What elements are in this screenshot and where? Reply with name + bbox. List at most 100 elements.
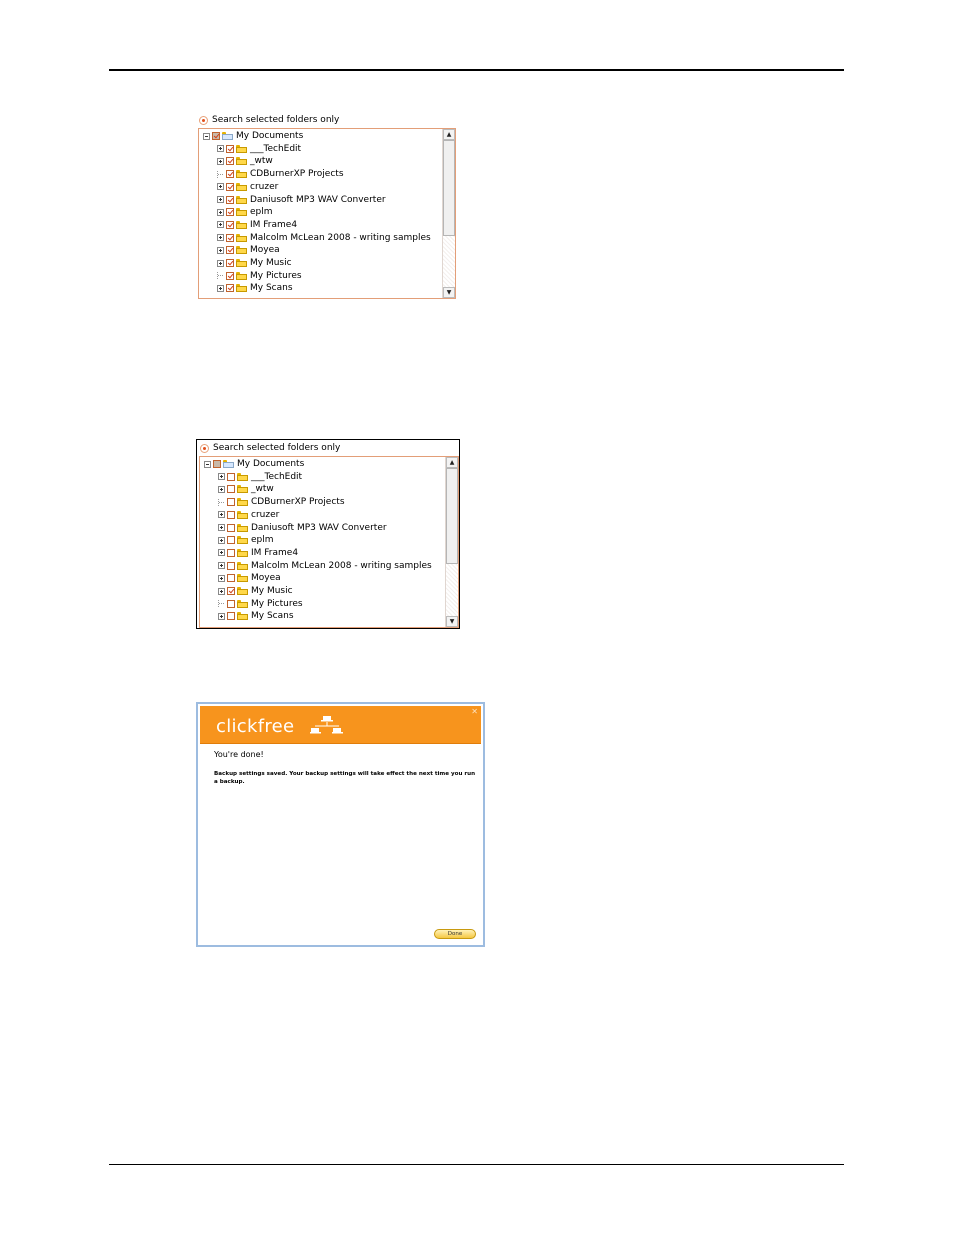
folder-icon (237, 536, 248, 545)
close-icon[interactable]: ✕ (471, 707, 478, 716)
search-selected-radio[interactable]: Search selected folders only (199, 114, 339, 126)
scrollbar[interactable]: ▲ ▼ (442, 129, 455, 298)
expand-plus-icon[interactable] (218, 473, 225, 481)
scroll-down-icon[interactable]: ▼ (446, 616, 458, 627)
tree-row[interactable]: IM Frame4 (217, 219, 297, 231)
folder-checkbox[interactable] (227, 574, 235, 583)
tree-row[interactable]: My Documents (204, 458, 304, 470)
tree-row[interactable]: My Music (217, 257, 292, 269)
folder-checkbox[interactable] (226, 170, 234, 179)
folder-icon (237, 485, 248, 494)
network-icon (310, 716, 343, 734)
tree-row[interactable]: Malcolm McLean 2008 - writing samples (217, 232, 431, 244)
expand-plus-icon[interactable] (218, 562, 225, 570)
tree-row[interactable]: _wtw (217, 155, 273, 167)
expand-plus-icon[interactable] (217, 246, 224, 254)
tree-row[interactable]: Moyea (217, 244, 280, 256)
tree-row[interactable]: ___TechEdit (218, 471, 302, 483)
tree-row-label: Malcolm McLean 2008 - writing samples (251, 560, 432, 571)
folder-checkbox[interactable] (226, 157, 234, 166)
folder-icon (237, 612, 248, 621)
tree-row[interactable]: My Pictures (218, 598, 303, 610)
tree-row[interactable]: My Documents (203, 130, 303, 142)
tree-row[interactable]: My Scans (218, 610, 294, 622)
folder-tree: My Documents ___TechEdit _wtw CDBurnerXP Pr… (199, 456, 459, 628)
folder-checkbox[interactable] (227, 587, 235, 595)
tree-row[interactable]: cruzer (217, 181, 278, 193)
folder-checkbox[interactable] (226, 208, 234, 217)
expand-plus-icon[interactable] (217, 157, 224, 165)
tree-row[interactable]: _wtw (218, 483, 274, 495)
expand-plus-icon[interactable] (217, 183, 224, 191)
tree-row[interactable]: IM Frame4 (218, 547, 298, 559)
expand-plus-icon[interactable] (217, 284, 224, 292)
search-selected-radio[interactable]: Search selected folders only (200, 442, 340, 454)
folder-icon (236, 208, 247, 217)
tree-row[interactable]: My Music (218, 585, 293, 597)
folder-checkbox[interactable] (226, 144, 234, 153)
tree-row[interactable]: eplm (217, 206, 273, 218)
expand-plus-icon[interactable] (218, 612, 225, 620)
expand-plus-icon[interactable] (217, 234, 224, 242)
scrollbar[interactable]: ▲ ▼ (445, 457, 458, 627)
scrollbar-thumb[interactable] (446, 468, 458, 564)
scroll-down-icon[interactable]: ▼ (443, 287, 455, 298)
expand-plus-icon[interactable] (217, 145, 224, 153)
folder-checkbox[interactable] (227, 612, 235, 621)
tree-row[interactable]: CDBurnerXP Projects (218, 496, 345, 508)
folder-checkbox[interactable] (226, 233, 234, 242)
scrollbar-thumb[interactable] (443, 140, 455, 236)
folder-checkbox[interactable] (226, 246, 234, 255)
folder-checkbox[interactable] (226, 284, 234, 293)
tree-line-icon (217, 170, 224, 178)
folder-checkbox[interactable] (226, 220, 234, 229)
expand-plus-icon[interactable] (217, 196, 224, 203)
tree-row[interactable]: My Scans (217, 282, 293, 294)
expand-plus-icon[interactable] (218, 485, 225, 493)
folder-checkbox[interactable] (213, 460, 221, 468)
expand-plus-icon[interactable] (218, 587, 225, 595)
folder-checkbox[interactable] (227, 472, 235, 481)
collapse-minus-icon[interactable] (204, 460, 211, 468)
folder-checkbox[interactable] (227, 485, 235, 494)
folder-checkbox[interactable] (226, 259, 234, 267)
tree-row[interactable]: Malcolm McLean 2008 - writing samples (218, 560, 432, 572)
folder-checkbox[interactable] (212, 132, 220, 140)
tree-row[interactable]: cruzer (218, 509, 279, 521)
radio-selected-icon (199, 115, 208, 125)
scroll-up-icon[interactable]: ▲ (443, 129, 455, 140)
tree-row[interactable]: My Pictures (217, 270, 302, 282)
folder-checkbox[interactable] (226, 182, 234, 191)
expand-plus-icon[interactable] (217, 259, 224, 267)
folder-icon (236, 170, 247, 179)
folder-checkbox[interactable] (227, 498, 235, 507)
folder-checkbox[interactable] (227, 548, 235, 557)
collapse-minus-icon[interactable] (203, 132, 210, 140)
folder-checkbox[interactable] (227, 599, 235, 608)
folder-checkbox[interactable] (227, 523, 235, 532)
expand-plus-icon[interactable] (217, 208, 224, 216)
folder-checkbox[interactable] (227, 561, 235, 570)
folder-checkbox[interactable] (227, 536, 235, 545)
tree-row-label: cruzer (251, 509, 280, 520)
folder-checkbox[interactable] (226, 195, 234, 204)
expand-plus-icon[interactable] (218, 524, 225, 531)
tree-row[interactable]: CDBurnerXP Projects (217, 168, 344, 180)
tree-row[interactable]: Daniusoft MP3 WAV Converter (217, 194, 386, 206)
folder-checkbox[interactable] (227, 510, 235, 519)
expand-plus-icon[interactable] (218, 536, 225, 544)
expand-plus-icon[interactable] (218, 511, 225, 519)
tree-row[interactable]: ___TechEdit (217, 143, 301, 155)
folder-checkbox[interactable] (226, 271, 234, 280)
tree-row[interactable]: eplm (218, 534, 274, 546)
done-button[interactable]: Done (434, 929, 476, 939)
expand-plus-icon[interactable] (218, 549, 225, 557)
expand-plus-icon[interactable] (218, 574, 225, 582)
tree-row[interactable]: Daniusoft MP3 WAV Converter (218, 522, 387, 534)
tree-row-label: My Music (250, 258, 292, 268)
scroll-up-icon[interactable]: ▲ (446, 457, 458, 468)
expand-plus-icon[interactable] (217, 221, 224, 229)
folder-icon (236, 157, 247, 166)
tree-row-label: My Documents (237, 459, 305, 469)
tree-row[interactable]: Moyea (218, 572, 281, 584)
